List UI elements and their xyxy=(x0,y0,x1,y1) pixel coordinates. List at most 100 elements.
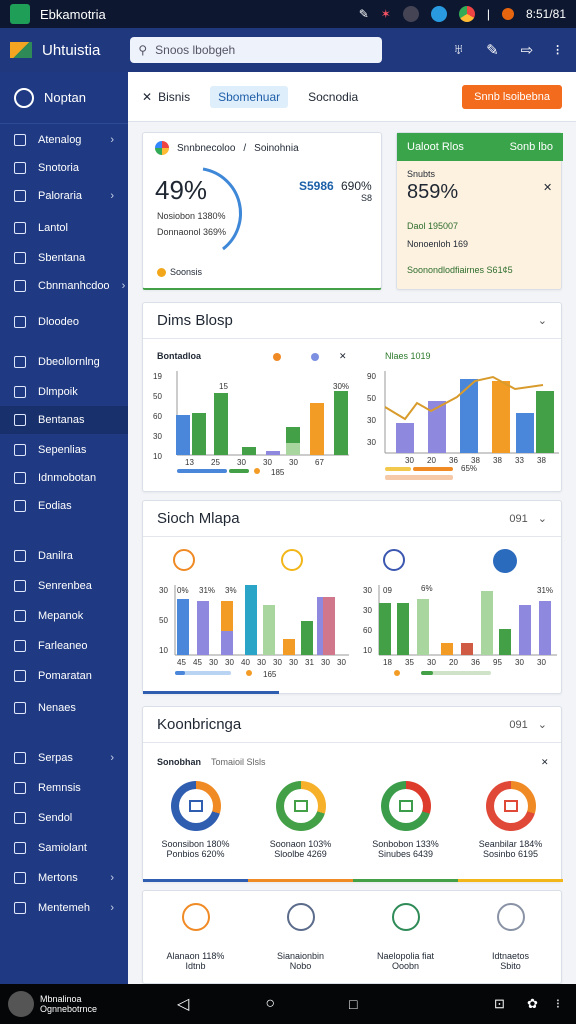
sidebar-item[interactable]: Atenalog › xyxy=(0,126,128,154)
sidebar-item[interactable]: Samiolant xyxy=(0,834,128,862)
y-tick-label: 50 xyxy=(159,616,168,625)
s2-scroll-indicator[interactable] xyxy=(143,691,279,694)
mic-icon[interactable]: ♅ xyxy=(453,41,464,59)
edit-icon[interactable]: ✎ xyxy=(486,41,499,59)
sidebar-header[interactable]: Noptan xyxy=(0,72,128,124)
donut-card[interactable]: Seanbilar 184% Sosinbo 6195 xyxy=(458,775,563,879)
promo-close-icon[interactable]: ✕ xyxy=(543,181,552,194)
sidebar-item[interactable]: Dbeollornlng xyxy=(0,348,128,376)
donut-card[interactable]: Soonsibon 180% Ponbios 620% xyxy=(143,775,248,879)
sidebar-item[interactable]: Sepenlias xyxy=(0,436,128,464)
sidebar-item[interactable]: Cbnmanhcdoo › xyxy=(0,272,128,300)
breadcrumb-2[interactable]: Soinohnia xyxy=(254,143,298,154)
s3-sub-title-2: Tomaioil Slsls xyxy=(211,757,266,767)
sidebar-item[interactable]: Pomaratan xyxy=(0,662,128,690)
primary-action-button[interactable]: Snnb lsoibebna xyxy=(462,84,562,109)
chevron-right-icon: › xyxy=(110,190,114,202)
section3-badge: 091 xyxy=(509,718,528,731)
sidebar-item-icon xyxy=(14,444,26,456)
donut-ring-icon xyxy=(485,781,536,831)
breadcrumb-1[interactable]: Snnbnecoloo xyxy=(177,143,235,154)
tab-bisnis[interactable]: Bisnis xyxy=(158,90,190,104)
sidebar-item[interactable]: Mentemeh › xyxy=(0,894,128,922)
sidebar-item[interactable]: Mepanok xyxy=(0,602,128,630)
sidebar-item[interactable]: Nenaes xyxy=(0,694,128,722)
chevron-right-icon: › xyxy=(110,902,114,914)
sidebar-item[interactable]: Eodias xyxy=(0,492,128,520)
x-tick-label: 30 xyxy=(515,658,524,667)
back-icon[interactable]: ◁ xyxy=(177,994,189,1014)
search-input[interactable]: ⚲ Snoos lbobgeh xyxy=(130,37,383,63)
user-info: Mbnalinoa Ognnebotrnce xyxy=(40,994,97,1014)
sidebar-item[interactable]: Remnsis xyxy=(0,774,128,802)
section1-chevron-icon[interactable]: ⌄ xyxy=(538,314,547,327)
sidebar-item[interactable]: Farleaneo xyxy=(0,632,128,660)
sidebar-item-label: Snotoria xyxy=(38,162,79,174)
more-icon[interactable]: ⁝ xyxy=(555,41,560,59)
sidebar-item-label: Sepenlias xyxy=(38,444,87,456)
legend-bar xyxy=(177,469,227,473)
chart-bar xyxy=(310,403,324,455)
sidebar-item-label: Mepanok xyxy=(38,610,84,622)
sidebar-item[interactable]: Paloraria › xyxy=(0,182,128,210)
user-avatar[interactable] xyxy=(8,991,34,1017)
star-icon: ✶ xyxy=(380,7,391,21)
screenshot-icon[interactable]: ⊡ xyxy=(494,996,505,1012)
compass-icon xyxy=(281,549,303,571)
sidebar-item[interactable]: Sbentana xyxy=(0,244,128,272)
overflow-icon[interactable]: ⁝ xyxy=(556,996,560,1012)
apps-icon[interactable]: ✿ xyxy=(527,996,538,1012)
sidebar-item[interactable]: Lantol xyxy=(0,214,128,242)
section2-chevron-icon[interactable]: ⌄ xyxy=(538,512,547,525)
search-icon: ⚲ xyxy=(138,43,148,57)
sidebar-item[interactable]: Idnmobotan xyxy=(0,464,128,492)
sidebar-item[interactable]: Senrenbea xyxy=(0,572,128,600)
sidebar-item-label: Cbnmanhcdoo xyxy=(38,280,110,292)
search-placeholder: Snoos lbobgeh xyxy=(155,43,236,57)
share-icon[interactable]: ⇨ xyxy=(521,41,534,59)
breadcrumb-sep: / xyxy=(243,142,247,154)
donut-card[interactable]: Sonbobon 133% Sinubes 6439 xyxy=(353,775,458,879)
y-tick-label: 19 xyxy=(153,372,162,381)
chart-bar xyxy=(460,379,478,453)
sidebar-item[interactable]: Serpas › xyxy=(0,744,128,772)
chart-bar xyxy=(519,605,531,655)
sidebar-item[interactable]: Snotoria xyxy=(0,154,128,182)
recents-icon[interactable]: □ xyxy=(349,996,357,1012)
tile[interactable]: Idtnaetos Sbito xyxy=(458,891,563,984)
bar-data-label: 3% xyxy=(225,586,237,595)
s3-close-icon[interactable]: ✕ xyxy=(541,757,549,768)
s1-legend-orange-icon xyxy=(273,353,281,361)
legend-dot xyxy=(254,468,260,474)
section-koon: Koonbricnga 091 ⌄ Sonobhan Tomaioil Slsls… xyxy=(142,706,563,882)
sidebar-item[interactable]: Mertons › xyxy=(0,864,128,892)
s3-subhead: Sonobhan Tomaioil Slsls xyxy=(157,757,266,767)
x-tick-label: 30 xyxy=(289,458,298,467)
section1-title: Dims Blosp xyxy=(157,312,233,329)
x-tick-label: 45 xyxy=(193,658,202,667)
home-icon[interactable]: ○ xyxy=(265,995,275,1013)
close-icon[interactable]: ✕ xyxy=(142,90,152,104)
sidebar-item-label: Dloodeo xyxy=(38,316,79,328)
tile[interactable]: Alanaon 118% Idtnb xyxy=(143,891,248,984)
legend-bar xyxy=(385,475,453,480)
sidebar-item[interactable]: Danilra xyxy=(0,542,128,570)
donut-label-2: Sloolbe 4269 xyxy=(274,849,327,859)
sidebar-item[interactable]: Sendol xyxy=(0,804,128,832)
legend-bar xyxy=(175,671,185,675)
donut-label-1: Seanbilar 184% xyxy=(478,839,543,849)
legend-label: 185 xyxy=(271,468,285,477)
section3-chevron-icon[interactable]: ⌄ xyxy=(538,718,547,731)
bar-data-label: 30% xyxy=(333,382,349,391)
s1-close-icon[interactable]: ✕ xyxy=(339,351,347,362)
tab-sbomehuar[interactable]: Sbomehuar xyxy=(210,85,289,108)
tab-socnodia[interactable]: Socnodia xyxy=(308,90,358,104)
tile[interactable]: Sianaionbin Nobo xyxy=(248,891,353,984)
sidebar-item-icon xyxy=(14,280,26,292)
sidebar-item[interactable]: Dloodeo xyxy=(0,308,128,336)
summary-stat-b-sub: S8 xyxy=(361,193,373,203)
tile[interactable]: Naelopolia fiat Ooobn xyxy=(353,891,458,984)
sidebar-item[interactable]: Bentanas xyxy=(0,406,128,434)
donut-card[interactable]: Soonaon 103% Sloolbe 4269 xyxy=(248,775,353,879)
sidebar-item[interactable]: Dlmpoik xyxy=(0,378,128,406)
